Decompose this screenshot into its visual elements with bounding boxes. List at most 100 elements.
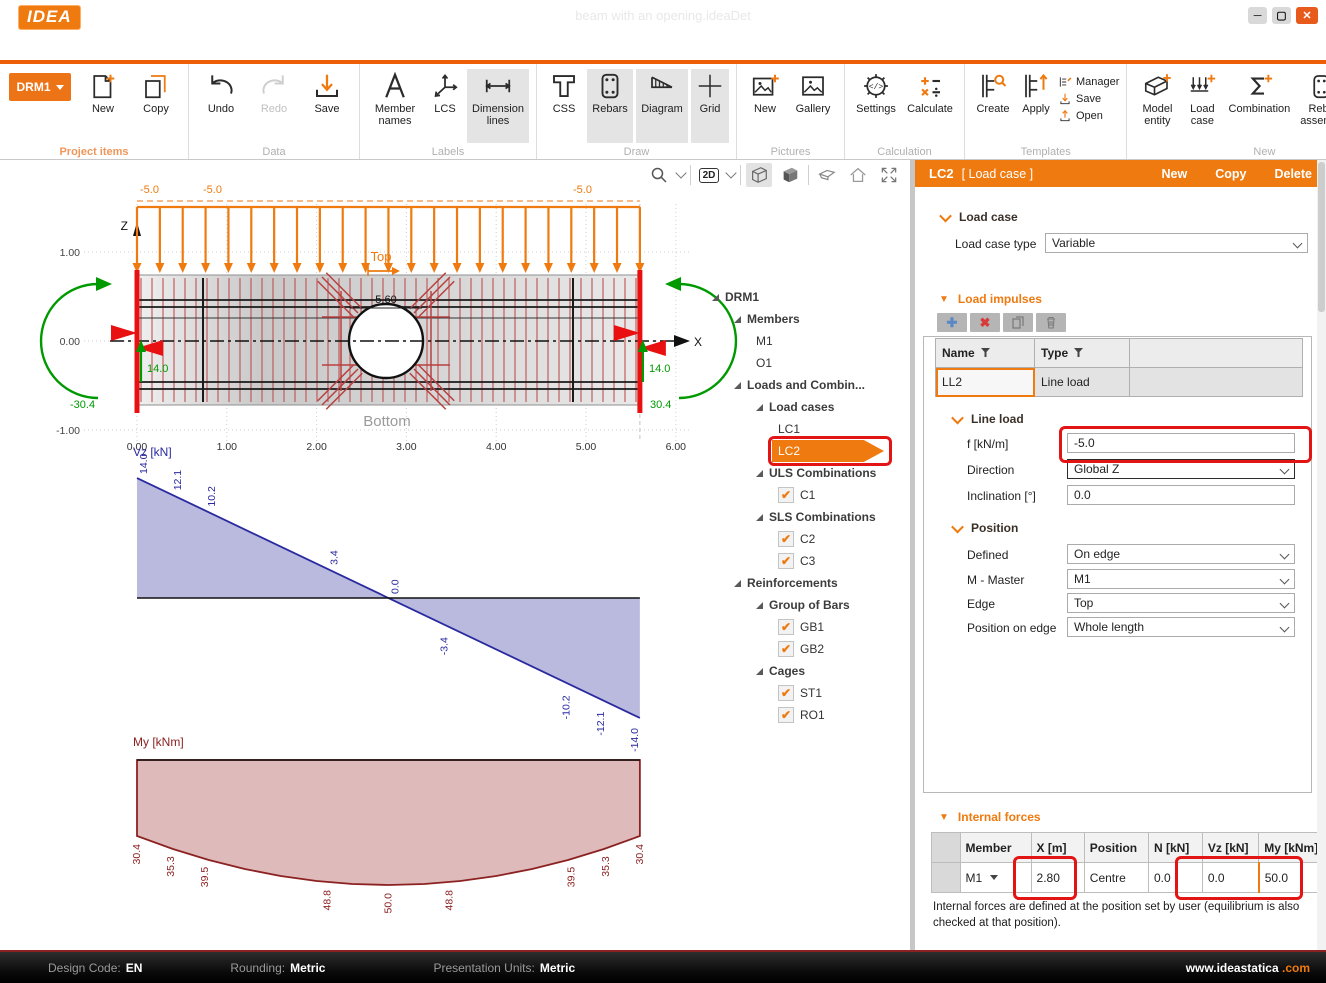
new-picture-button[interactable]: New (744, 69, 786, 143)
load-case-type-select[interactable]: Variable (1045, 233, 1308, 253)
new-rebar-assembly-button[interactable]: Rebar assembly (1297, 69, 1326, 143)
create-template-button[interactable]: Create (972, 69, 1014, 143)
grid-toggle[interactable]: Grid (691, 69, 729, 143)
template-manager-button[interactable]: Manager (1058, 75, 1119, 89)
tree-item-st1[interactable]: ✔ ST1 (778, 682, 822, 704)
expander-icon[interactable] (756, 403, 763, 411)
checkbox-c3[interactable]: ✔ (778, 553, 794, 569)
template-open-button[interactable]: Open (1058, 109, 1119, 123)
tree-item-gb2[interactable]: ✔ GB2 (778, 638, 824, 660)
expander-icon[interactable] (756, 667, 763, 675)
checkbox-c1[interactable]: ✔ (778, 487, 794, 503)
delete-impulse-button[interactable]: ✖ (970, 313, 1000, 332)
checkbox-st1[interactable]: ✔ (778, 685, 794, 701)
tree-item-gb1[interactable]: ✔ GB1 (778, 616, 824, 638)
dimension-lines-toggle[interactable]: Dimension lines (467, 69, 529, 143)
tree-item-reinforcements[interactable]: Reinforcements (734, 572, 838, 594)
tree-item-sls-combinations[interactable]: SLS Combinations (756, 506, 876, 528)
tree-item-drm1[interactable]: DRM1 (712, 286, 759, 308)
f-input[interactable]: -5.0 (1067, 433, 1295, 453)
checkbox-ro1[interactable]: ✔ (778, 707, 794, 723)
minimize-button[interactable]: ─ (1248, 7, 1267, 24)
tree-item-members[interactable]: Members (734, 308, 800, 330)
tree-item-group-of-bars[interactable]: Group of Bars (756, 594, 850, 616)
tree-item-load-cases[interactable]: Load cases (756, 396, 834, 418)
section-load-impulses[interactable]: ▼ Load impulses (939, 292, 1042, 306)
tree-item-c2[interactable]: ✔ C2 (778, 528, 815, 550)
direction-select[interactable]: Global Z (1067, 459, 1295, 479)
tree-item-m1[interactable]: M1 (756, 330, 773, 352)
tree-item-c1[interactable]: ✔ C1 (778, 484, 815, 506)
filter-icon[interactable] (980, 348, 990, 357)
expander-icon[interactable] (756, 601, 763, 609)
tree-item-c3[interactable]: ✔ C3 (778, 550, 815, 572)
css-toggle[interactable]: CSS (544, 69, 584, 143)
scrollbar-thumb[interactable] (1318, 162, 1325, 312)
panel-delete-button[interactable]: Delete (1274, 167, 1312, 181)
impulse-col-name[interactable]: Name (935, 338, 1035, 368)
expander-icon[interactable] (734, 579, 741, 587)
section-load-case[interactable]: Load case (939, 209, 1018, 224)
calculate-button[interactable]: Calculate (903, 69, 957, 143)
zoom-dropdown-chevron[interactable] (675, 167, 687, 179)
position-on-edge-select[interactable]: Whole length (1067, 617, 1295, 637)
settings-button[interactable]: </> Settings (852, 69, 900, 143)
trash-button[interactable] (1036, 313, 1066, 332)
new-model-entity-button[interactable]: Model entity (1134, 69, 1180, 143)
new-project-item-button[interactable]: New (78, 69, 128, 143)
defined-select[interactable]: On edge (1067, 544, 1295, 564)
impulse-col-type[interactable]: Type (1034, 338, 1130, 368)
if-vz-cell[interactable]: 0.0 (1201, 862, 1260, 893)
expander-icon[interactable] (756, 513, 763, 521)
project-item-selector[interactable]: DRM1 (9, 73, 71, 101)
expander-icon[interactable] (734, 315, 741, 323)
expander-icon[interactable] (756, 469, 763, 477)
section-position[interactable]: Position (951, 520, 1018, 535)
save-button[interactable]: Save (302, 69, 352, 143)
tree-item-o1[interactable]: O1 (756, 352, 772, 374)
impulse-name-cell[interactable]: LL2 (935, 367, 1035, 397)
panel-scrollbar[interactable] (1317, 160, 1326, 950)
add-impulse-button[interactable]: ✚ (937, 313, 967, 332)
tree-item-ro1[interactable]: ✔ RO1 (778, 704, 825, 726)
checkbox-gb1[interactable]: ✔ (778, 619, 794, 635)
undo-button[interactable]: Undo (196, 69, 246, 143)
if-n-cell[interactable]: 0.0 (1147, 862, 1203, 893)
model-canvas[interactable]: 1.00 0.00 -1.00 0.00 1.00 2.00 3.00 4.00 5.00 6.0… (0, 160, 910, 950)
filter-icon[interactable] (1074, 348, 1084, 357)
section-line-load[interactable]: Line load (951, 411, 1024, 426)
member-names-toggle[interactable]: Member names (367, 69, 423, 143)
zoom-tool-button[interactable] (646, 163, 672, 187)
template-save-button[interactable]: Save (1058, 92, 1119, 106)
checkbox-gb2[interactable]: ✔ (778, 641, 794, 657)
copy-project-item-button[interactable]: Copy (131, 69, 181, 143)
new-combination-button[interactable]: Combination (1224, 69, 1294, 143)
website-link[interactable]: www.ideastatica .com (1186, 961, 1310, 975)
if-position-cell[interactable]: Centre (1083, 862, 1149, 893)
gallery-button[interactable]: Gallery (789, 69, 837, 143)
if-member-cell[interactable]: M1 (959, 862, 1032, 893)
tree-item-lc1[interactable]: LC1 (778, 418, 800, 440)
if-my-cell[interactable]: 50.0 (1257, 862, 1326, 893)
lcs-toggle[interactable]: LCS (426, 69, 464, 143)
rebars-toggle[interactable]: Rebars (587, 69, 633, 143)
edge-select[interactable]: Top (1067, 593, 1295, 613)
inclination-input[interactable]: 0.0 (1067, 485, 1295, 505)
master-select[interactable]: M1 (1067, 569, 1295, 589)
tree-item-cages[interactable]: Cages (756, 660, 805, 682)
tree-item-lc2[interactable]: LC2 (768, 436, 892, 466)
diagram-toggle[interactable]: Diagram (636, 69, 688, 143)
panel-new-button[interactable]: New (1162, 167, 1188, 181)
expander-icon[interactable] (712, 293, 719, 301)
new-load-case-button[interactable]: Load case (1183, 69, 1221, 143)
panel-copy-button[interactable]: Copy (1215, 167, 1246, 181)
impulse-type-cell[interactable]: Line load (1034, 367, 1130, 397)
tree-item-loads-and-combin[interactable]: Loads and Combin... (734, 374, 865, 396)
maximize-button[interactable]: ▢ (1272, 7, 1291, 24)
apply-template-button[interactable]: Apply (1017, 69, 1055, 143)
copy-impulse-button[interactable] (1003, 313, 1033, 332)
close-button[interactable]: ✕ (1296, 7, 1318, 24)
if-x-cell[interactable]: 2.80 (1030, 862, 1085, 893)
expander-icon[interactable] (734, 381, 741, 389)
impulse-row[interactable]: LL2 Line load (935, 367, 1303, 397)
